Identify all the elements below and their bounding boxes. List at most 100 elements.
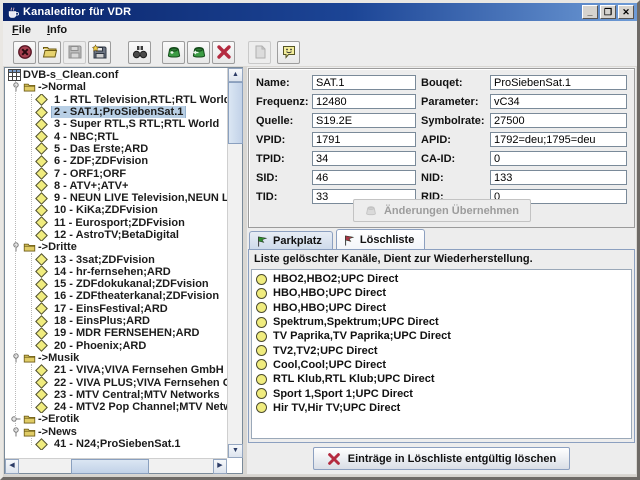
tree-channel-item[interactable]: 20 - Phoenix;ARD	[7, 339, 227, 352]
tree-channel-item[interactable]: 17 - EinsFestival;ARD	[7, 302, 227, 315]
deleted-channels-list: HBO2,HBO2;UPC Direct HBO,HBO;UPC Direct HB…	[251, 269, 632, 439]
deleted-channel-item[interactable]: TV2,TV2;UPC Direct	[252, 343, 631, 357]
tree-group[interactable]: ->Erotik	[7, 413, 227, 425]
vertical-scroll-thumb[interactable]	[228, 82, 243, 144]
scroll-left-arrow-icon[interactable]: ◀	[5, 459, 19, 474]
horizontal-scroll-thumb[interactable]	[71, 459, 149, 474]
move-to-parkplatz-button[interactable]	[162, 40, 185, 64]
channel-diamond-icon	[35, 142, 48, 156]
handle-expanded-icon[interactable]	[10, 242, 22, 252]
frequenz-field[interactable]	[312, 94, 416, 109]
caid-field[interactable]	[490, 151, 627, 166]
handle-expanded-icon[interactable]	[10, 353, 22, 363]
exit-button[interactable]	[13, 40, 36, 64]
channel-tree: DVB-s_Clean.conf ->Normal 1 - RTL Televisi…	[7, 69, 227, 458]
tree-channel-item[interactable]: 12 - AstroTV;BetaDigital	[7, 228, 227, 242]
minimize-button[interactable]: _	[582, 5, 598, 19]
folder-icon	[22, 241, 36, 253]
tree-channel-item[interactable]: 5 - Das Erste;ARD	[7, 142, 227, 156]
tree-channel-label: 5 - Das Erste;ARD	[54, 142, 149, 155]
nid-field[interactable]	[490, 170, 627, 185]
tree-channel-item[interactable]: 21 - VIVA;VIVA Fernsehen GmbH & Co. K	[7, 364, 227, 377]
deleted-channel-label: HBO,HBO;UPC Direct	[273, 287, 387, 300]
deleted-channel-item[interactable]: Sport 1,Sport 1;UPC Direct	[252, 386, 631, 400]
tree-channel-item[interactable]: 16 - ZDFtheaterkanal;ZDFvision	[7, 290, 227, 303]
tree-channel-item[interactable]: 19 - MDR FERNSEHEN;ARD	[7, 327, 227, 340]
tpid-field[interactable]	[312, 151, 416, 166]
disabled-bag-icon	[364, 204, 378, 218]
tree-channel-item[interactable]: 18 - EinsPlus;ARD	[7, 314, 227, 328]
tree-group[interactable]: ->Musik	[7, 352, 227, 364]
deleted-channel-item[interactable]: Cool,Cool;UPC Direct	[252, 358, 631, 372]
deleted-channel-item[interactable]: HBO,HBO;UPC Direct	[252, 286, 631, 300]
bag-add-icon	[166, 44, 182, 60]
scroll-down-arrow-icon[interactable]: ▼	[228, 444, 243, 458]
deleted-channel-label: Sport 1,Sport 1;UPC Direct	[273, 387, 413, 400]
tree-channel-item[interactable]: 11 - Eurosport;ZDFvision	[7, 216, 227, 229]
save-as-button[interactable]	[88, 40, 111, 64]
deleted-channel-item[interactable]: Hir TV,Hir TV;UPC Direct	[252, 401, 631, 415]
purge-loeschliste-button[interactable]: Einträge in Löschliste entgültig löschen	[312, 447, 571, 470]
tab-löschliste[interactable]: Löschliste	[335, 229, 426, 250]
close-button[interactable]: ✕	[618, 5, 634, 19]
search-button[interactable]	[128, 40, 151, 64]
tree-channel-item[interactable]: 13 - 3sat;ZDFvision	[7, 253, 227, 266]
tree-channel-item[interactable]: 10 - KiKa;ZDFvision	[7, 204, 227, 217]
tree-group[interactable]: ->Normal	[7, 81, 227, 93]
title-bar[interactable]: Kanaleditor für VDR _ ❐ ✕	[3, 3, 637, 21]
tree-channel-item[interactable]: 9 - NEUN LIVE Television,NEUN LIVE;Be	[7, 191, 227, 205]
deleted-channel-item[interactable]: HBO,HBO;UPC Direct	[252, 301, 631, 315]
horizontal-scrollbar[interactable]: ◀ ▶	[5, 458, 227, 474]
vertical-scrollbar[interactable]: ▲ ▼	[227, 68, 243, 458]
tree-group[interactable]: ->News	[7, 426, 227, 438]
deleted-channel-item[interactable]: RTL Klub,RTL Klub;UPC Direct	[252, 372, 631, 386]
tree-channel-item[interactable]: 2 - SAT.1;ProSiebenSat.1	[7, 105, 227, 119]
channel-diamond-icon	[35, 314, 48, 328]
tree-channel-item[interactable]: 6 - ZDF;ZDFvision	[7, 155, 227, 168]
scroll-up-arrow-icon[interactable]: ▲	[228, 68, 243, 82]
tree-channel-item[interactable]: 14 - hr-fernsehen;ARD	[7, 265, 227, 279]
deleted-channel-item[interactable]: TV Paprika,TV Paprika;UPC Direct	[252, 329, 631, 343]
sid-field[interactable]	[312, 170, 416, 185]
tree-channel-item[interactable]: 15 - ZDFdokukanal;ZDFvision	[7, 278, 227, 291]
tree-channel-item[interactable]: 41 - N24;ProSiebenSat.1	[7, 437, 227, 451]
deleted-channel-item[interactable]: Spektrum,Spektrum;UPC Direct	[252, 315, 631, 329]
tip-button[interactable]	[277, 40, 300, 64]
handle-expanded-icon[interactable]	[10, 427, 22, 437]
handle-expanded-icon[interactable]	[10, 82, 22, 92]
parameter-field[interactable]	[490, 94, 627, 109]
bouqet-field[interactable]	[490, 75, 627, 90]
symbolrate-label: Symbolrate:	[421, 114, 485, 127]
tree-channel-item[interactable]: 22 - VIVA PLUS;VIVA Fernsehen GmbH &	[7, 376, 227, 389]
parameter-label: Parameter:	[421, 95, 479, 108]
vpid-field[interactable]	[312, 132, 416, 147]
menu-file[interactable]: File	[12, 24, 31, 36]
tree-group[interactable]: ->Dritte	[7, 241, 227, 253]
tree-channel-item[interactable]: 23 - MTV Central;MTV Networks	[7, 388, 227, 402]
quelle-field[interactable]	[312, 113, 416, 128]
symbolrate-field[interactable]	[490, 113, 627, 128]
tree-channel-item[interactable]: 4 - NBC;RTL	[7, 130, 227, 143]
tree-root[interactable]: DVB-s_Clean.conf	[7, 69, 227, 82]
tree-channel-item[interactable]: 24 - MTV2 Pop Channel;MTV Networks	[7, 401, 227, 414]
menu-info[interactable]: Info	[47, 24, 67, 36]
apid-field[interactable]	[490, 132, 627, 147]
maximize-button[interactable]: ❐	[600, 5, 616, 19]
tree-group-children: 1 - RTL Television,RTL;RTL World 2 - SAT.…	[7, 93, 227, 242]
window-controls: _ ❐ ✕	[582, 5, 634, 19]
tab-parkplatz[interactable]: Parkplatz	[249, 231, 333, 250]
screenshot: Kanaleditor für VDR _ ❐ ✕ File Info DVB-…	[0, 0, 640, 480]
delete-channel-button[interactable]	[212, 40, 235, 64]
tree-channel-item[interactable]: 7 - ORF1;ORF	[7, 167, 227, 180]
deleted-channel-item[interactable]: HBO2,HBO2;UPC Direct	[252, 272, 631, 286]
tree-channel-item[interactable]: 8 - ATV+;ATV+	[7, 179, 227, 192]
name-field[interactable]	[312, 75, 416, 90]
handle-collapsed-icon[interactable]	[10, 414, 22, 424]
nid-label: NID:	[421, 171, 444, 184]
restore-from-parkplatz-button[interactable]	[187, 40, 210, 64]
scroll-right-arrow-icon[interactable]: ▶	[213, 459, 227, 474]
tree-channel-item[interactable]: 3 - Super RTL,S RTL;RTL World	[7, 118, 227, 131]
tree-channel-item[interactable]: 1 - RTL Television,RTL;RTL World	[7, 93, 227, 106]
channel-diamond-icon	[35, 105, 48, 119]
open-file-button[interactable]	[38, 40, 61, 64]
